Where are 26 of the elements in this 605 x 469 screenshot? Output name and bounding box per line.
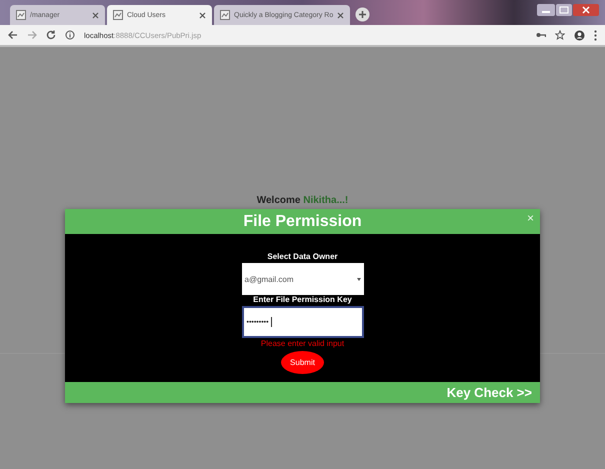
welcome-text: Welcome Nikitha...! — [256, 195, 348, 206]
submit-button[interactable]: Submit — [281, 351, 324, 374]
reload-icon[interactable] — [46, 30, 56, 40]
menu-icon[interactable] — [594, 30, 597, 40]
close-icon[interactable] — [337, 12, 344, 18]
key-check-link[interactable]: Key Check >> — [446, 385, 532, 400]
maximize-icon[interactable] — [556, 4, 572, 16]
page-icon — [16, 10, 26, 20]
close-icon[interactable] — [92, 12, 99, 18]
close-icon[interactable] — [573, 4, 599, 16]
account-icon[interactable] — [574, 30, 585, 40]
page-icon — [113, 10, 123, 20]
close-icon[interactable] — [199, 12, 206, 18]
error-message: Please enter valid input — [260, 339, 344, 348]
star-icon[interactable] — [555, 30, 565, 40]
modal-title: File Permission — [243, 212, 362, 230]
info-icon[interactable] — [65, 30, 75, 40]
minimize-icon[interactable] — [537, 4, 555, 16]
back-icon[interactable] — [8, 30, 18, 40]
new-tab-icon[interactable] — [355, 7, 370, 22]
key-icon[interactable] — [536, 31, 546, 39]
field-label: Select Data Owner — [267, 252, 338, 261]
page-icon — [220, 10, 230, 20]
caret-icon — [356, 278, 360, 280]
owner-dropdown[interactable]: a@gmail.com — [242, 263, 364, 295]
field-label: Enter File Permission Key — [253, 295, 352, 304]
